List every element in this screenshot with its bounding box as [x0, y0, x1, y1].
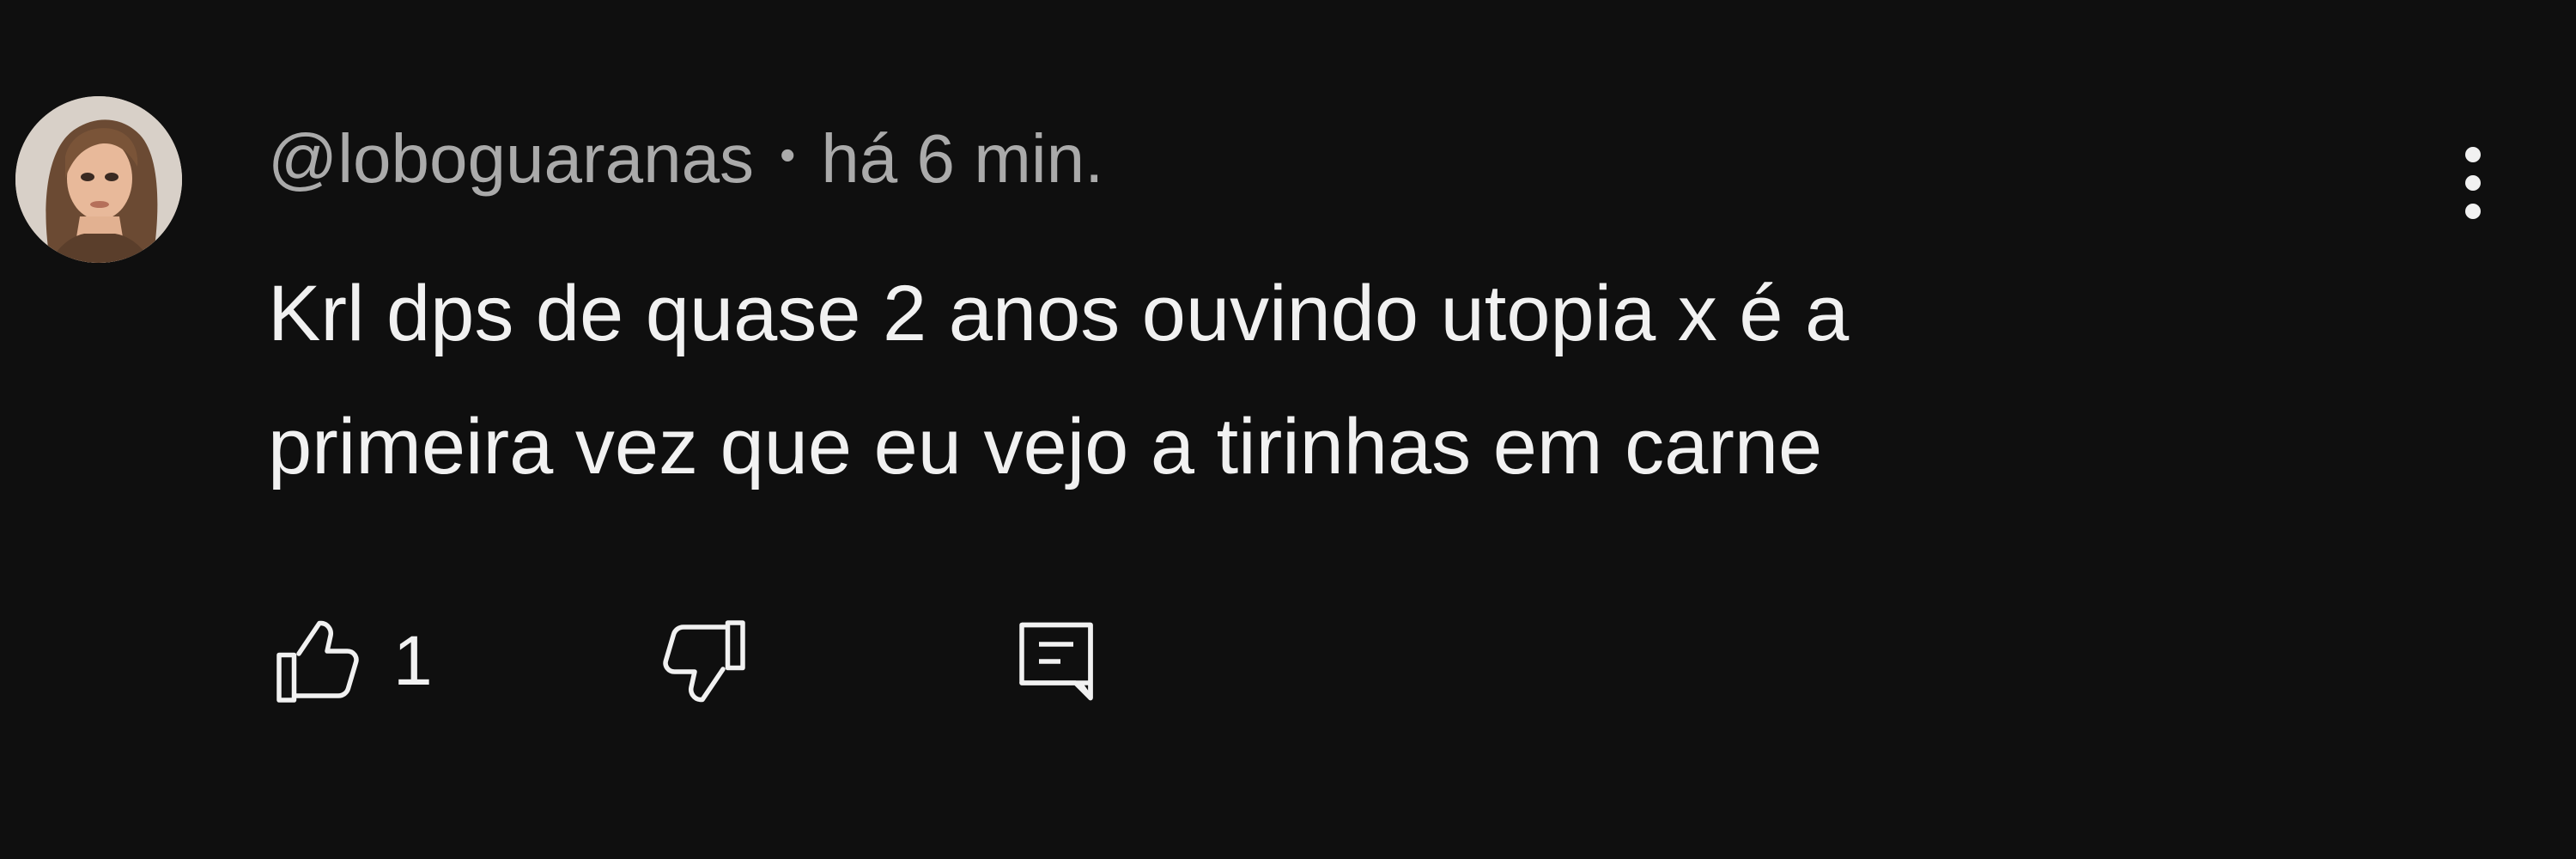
avatar-image: [15, 96, 182, 263]
comment-text-line: Krl dps de quase 2 anos ouvindo utopia x…: [268, 270, 1850, 357]
reply-comment-icon: [1019, 622, 1093, 701]
more-vertical-icon: [2465, 147, 2481, 219]
dislike-button[interactable]: [653, 601, 756, 722]
avatar[interactable]: [15, 96, 182, 263]
author-name[interactable]: @loboguaranas: [268, 119, 754, 198]
thumbs-up-icon: [276, 620, 359, 703]
comment-text: Krl dps de quase 2 anos ouvindo utopia x…: [268, 247, 2329, 514]
reply-button[interactable]: [1005, 601, 1108, 722]
meta-separator: •: [780, 131, 796, 180]
comment-card: @loboguaranas • há 6 min. Krl dps de qua…: [0, 0, 2576, 859]
comment-meta: @loboguaranas • há 6 min.: [268, 112, 1103, 206]
like-count: 1: [393, 622, 433, 700]
like-button[interactable]: 1: [266, 601, 433, 722]
comment-text-line: primeira vez que eu vejo a tirinhas em c…: [268, 403, 1823, 490]
more-options-button[interactable]: [2439, 127, 2507, 239]
comment-timestamp[interactable]: há 6 min.: [821, 119, 1103, 198]
thumbs-down-icon: [663, 620, 745, 703]
